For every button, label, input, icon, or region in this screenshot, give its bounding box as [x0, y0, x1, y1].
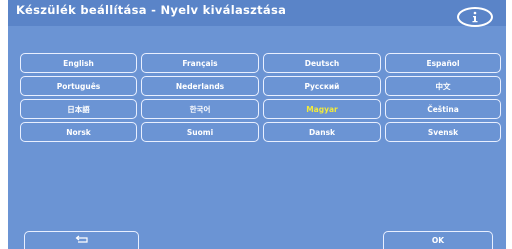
language-button[interactable]: Čeština	[385, 99, 501, 119]
ok-button[interactable]: OK	[383, 231, 493, 249]
language-button[interactable]: 中文	[385, 76, 501, 96]
return-arrow-icon	[74, 235, 90, 247]
language-button[interactable]: Suomi	[141, 122, 259, 142]
page-title: Készülék beállítása - Nyelv kiválasztása	[16, 3, 287, 17]
language-button[interactable]: Español	[385, 53, 501, 73]
language-button[interactable]: Português	[20, 76, 137, 96]
info-button[interactable]	[457, 7, 493, 27]
language-button[interactable]: Svensk	[385, 122, 501, 142]
language-row: 日本語 한국어 Magyar Čeština	[20, 99, 506, 119]
language-row: Norsk Suomi Dansk Svensk	[20, 122, 506, 142]
language-button[interactable]: Nederlands	[141, 76, 259, 96]
language-row: Português Nederlands Русский 中文	[20, 76, 506, 96]
language-button[interactable]: Norsk	[20, 122, 137, 142]
title-bar: Készülék beállítása - Nyelv kiválasztása	[8, 0, 506, 27]
back-button[interactable]	[24, 231, 139, 249]
language-button[interactable]: 한국어	[141, 99, 259, 119]
language-button[interactable]: Dansk	[263, 122, 381, 142]
language-button[interactable]: English	[20, 53, 137, 73]
info-icon	[471, 11, 479, 23]
language-settings-screen: Készülék beállítása - Nyelv kiválasztása…	[8, 0, 506, 249]
language-button[interactable]: 日本語	[20, 99, 137, 119]
language-button[interactable]: Deutsch	[263, 53, 381, 73]
language-button-selected[interactable]: Magyar	[263, 99, 381, 119]
language-button[interactable]: Français	[141, 53, 259, 73]
language-button[interactable]: Русский	[263, 76, 381, 96]
language-row: English Français Deutsch Español	[20, 53, 506, 73]
